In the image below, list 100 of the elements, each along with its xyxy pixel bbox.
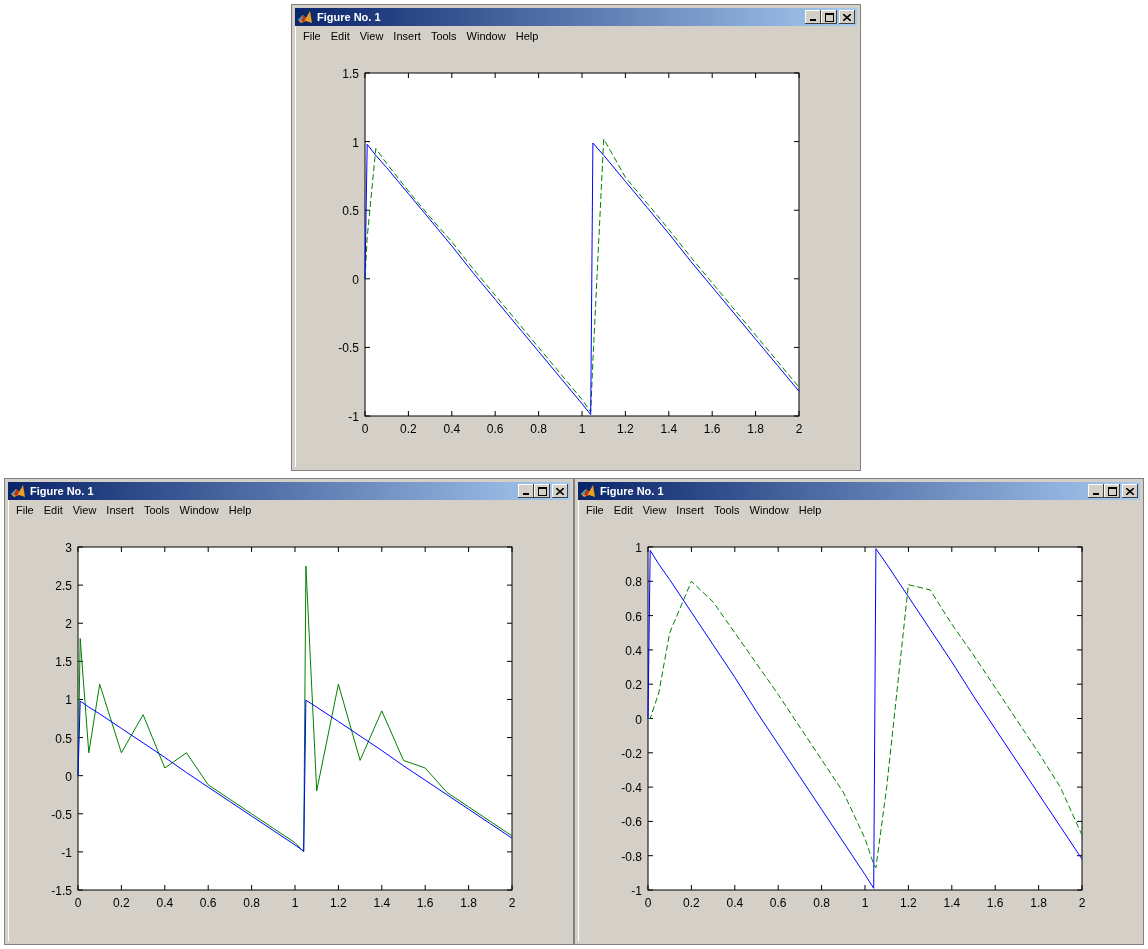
maximize-button[interactable]: [821, 10, 837, 24]
menu-item[interactable]: File: [298, 28, 326, 44]
tick-label: 2: [1078, 896, 1086, 910]
menu-item[interactable]: Edit: [325, 28, 355, 44]
tick-label: 0.6: [625, 609, 642, 624]
tick-label: 0.6: [199, 896, 217, 910]
tick-label: 1.2: [617, 422, 634, 436]
menu-item[interactable]: Edit: [38, 502, 68, 518]
tick-label: 0.5: [55, 731, 72, 746]
tick-label: 1: [578, 422, 586, 436]
tick-label: 0.5: [342, 204, 359, 219]
tick-label: 0: [644, 896, 652, 910]
tick-label: -1: [631, 884, 642, 898]
tick-label: -0.6: [621, 815, 642, 830]
tick-label: 1: [352, 135, 359, 150]
tick-label: 1.2: [330, 896, 347, 910]
tick-label: 1: [635, 541, 642, 555]
minimize-button[interactable]: [805, 10, 821, 24]
close-button[interactable]: [1122, 484, 1138, 498]
tick-label: 3: [65, 541, 72, 555]
menu-item[interactable]: File: [581, 502, 609, 518]
menu-item[interactable]: Help: [510, 28, 544, 44]
menu-item[interactable]: Insert: [101, 502, 139, 518]
window-title: Figure No. 1: [30, 485, 95, 497]
tick-label: -0.4: [621, 781, 642, 796]
app-icon: [297, 9, 313, 25]
tick-label: 0.8: [625, 575, 642, 590]
window-title: Figure No. 1: [317, 11, 382, 23]
menu-item[interactable]: Window: [461, 28, 511, 44]
tick-label: 0.2: [113, 896, 130, 910]
tick-label: 0.6: [769, 896, 787, 910]
tick-label: -0.8: [621, 849, 642, 864]
tick-label: 2.5: [55, 579, 72, 594]
close-icon: [556, 487, 564, 495]
tick-label: 0.6: [486, 422, 504, 436]
close-icon: [1126, 487, 1134, 495]
tick-label: 0.4: [625, 643, 642, 658]
menu-item[interactable]: Help: [223, 502, 257, 518]
tick-label: 2: [795, 422, 803, 436]
tick-label: 0.2: [683, 896, 700, 910]
close-button[interactable]: [552, 484, 568, 498]
tick-label: 0.8: [243, 896, 260, 910]
tick-label: 0.8: [530, 422, 547, 436]
tick-label: -1: [348, 410, 359, 424]
tick-label: -1.5: [51, 884, 72, 898]
tick-label: -1: [61, 845, 72, 860]
menu-item[interactable]: View: [354, 28, 389, 44]
tick-label: 1.2: [900, 896, 917, 910]
tick-label: 1.6: [416, 896, 434, 910]
tick-label: 1.4: [660, 422, 678, 436]
tick-label: -0.5: [338, 341, 359, 356]
tick-label: 0: [361, 422, 369, 436]
app-icon: [580, 483, 596, 499]
tick-label: 0: [635, 712, 642, 727]
menu-item[interactable]: File: [11, 502, 39, 518]
menu-item[interactable]: Tools: [708, 502, 745, 518]
tick-label: 0.8: [813, 896, 830, 910]
tick-label: 1.4: [943, 896, 961, 910]
menu-item[interactable]: Insert: [671, 502, 709, 518]
tick-label: 1.8: [460, 896, 477, 910]
tick-label: 0: [74, 896, 82, 910]
close-button[interactable]: [839, 10, 855, 24]
menu-item[interactable]: Window: [174, 502, 224, 518]
maximize-icon: [1107, 486, 1117, 496]
tick-label: 0.2: [625, 678, 642, 693]
tick-label: 0.4: [726, 896, 744, 910]
tick-label: -0.5: [51, 807, 72, 822]
tick-label: -0.2: [621, 746, 642, 761]
menu-item[interactable]: Edit: [608, 502, 638, 518]
tick-label: 2: [65, 617, 72, 632]
tick-label: 1.6: [703, 422, 721, 436]
close-icon: [843, 13, 851, 21]
tick-label: 0: [65, 769, 72, 784]
maximize-button[interactable]: [534, 484, 550, 498]
maximize-icon: [537, 486, 547, 496]
tick-label: 0.4: [443, 422, 461, 436]
tick-label: 2: [508, 896, 516, 910]
maximize-icon: [824, 12, 834, 22]
minimize-button[interactable]: [518, 484, 534, 498]
menu-item[interactable]: View: [67, 502, 102, 518]
tick-label: 1: [291, 896, 299, 910]
menu-item[interactable]: View: [637, 502, 672, 518]
tick-label: 1.6: [986, 896, 1004, 910]
minimize-button[interactable]: [1088, 484, 1104, 498]
window-title: Figure No. 1: [600, 485, 665, 497]
tick-label: 0.2: [400, 422, 417, 436]
maximize-button[interactable]: [1104, 484, 1120, 498]
tick-label: 1: [861, 896, 869, 910]
tick-label: 1.5: [342, 67, 359, 81]
menu-item[interactable]: Help: [793, 502, 827, 518]
tick-label: 0: [352, 272, 359, 287]
menu-item[interactable]: Window: [744, 502, 794, 518]
menu-item[interactable]: Insert: [388, 28, 426, 44]
menu-item[interactable]: Tools: [138, 502, 175, 518]
tick-label: 1.5: [55, 655, 72, 670]
tick-label: 1.8: [1030, 896, 1047, 910]
tick-label: 1.4: [373, 896, 391, 910]
app-icon: [10, 483, 26, 499]
menu-item[interactable]: Tools: [425, 28, 462, 44]
tick-label: 0.4: [156, 896, 174, 910]
